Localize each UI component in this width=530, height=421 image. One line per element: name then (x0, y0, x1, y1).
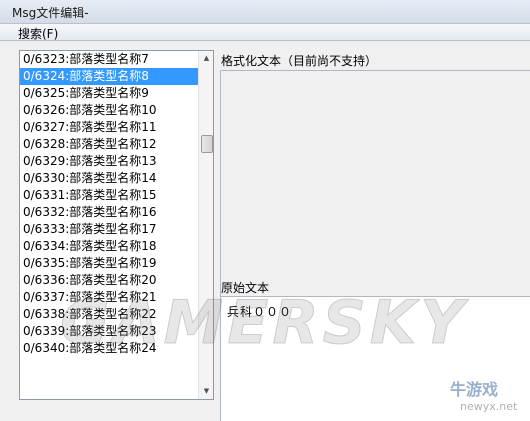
list-item[interactable]: 0/6324:部落类型名称8 (20, 68, 199, 85)
list-item[interactable]: 0/6327:部落类型名称11 (20, 119, 199, 136)
list-item[interactable]: 0/6326:部落类型名称10 (20, 102, 199, 119)
formatted-text-area[interactable] (220, 70, 530, 302)
formatted-text-label: 格式化文本（目前尚不支持） (221, 54, 378, 68)
list-item[interactable]: 0/6334:部落类型名称18 (20, 238, 199, 255)
menu-search[interactable]: 搜索(F) (18, 25, 58, 42)
message-list[interactable]: 0/6323:部落类型名称7 0/6324:部落类型名称8 0/6325:部落类型名… (19, 50, 214, 400)
scroll-thumb[interactable] (201, 135, 213, 153)
original-text-value: 兵科０００ (227, 305, 293, 319)
scroll-up-icon[interactable]: ▲ (199, 51, 213, 66)
original-text-area[interactable]: 兵科０００ (220, 296, 530, 421)
list-item[interactable]: 0/6329:部落类型名称13 (20, 153, 199, 170)
list-scrollbar[interactable]: ▲ ▼ (198, 51, 213, 399)
list-item[interactable]: 0/6333:部落类型名称17 (20, 221, 199, 238)
title-bar: Msg文件编辑- (0, 0, 530, 24)
list-item[interactable]: 0/6335:部落类型名称19 (20, 255, 199, 272)
list-item[interactable]: 0/6337:部落类型名称21 (20, 289, 199, 306)
list-item[interactable]: 0/6330:部落类型名称14 (20, 170, 199, 187)
list-item[interactable]: 0/6336:部落类型名称20 (20, 272, 199, 289)
list-item[interactable]: 0/6325:部落类型名称9 (20, 85, 199, 102)
list-item[interactable]: 0/6340:部落类型名称24 (20, 340, 199, 357)
list-item[interactable]: 0/6332:部落类型名称16 (20, 204, 199, 221)
client-area: 0/6323:部落类型名称7 0/6324:部落类型名称8 0/6325:部落类型名… (0, 42, 530, 421)
message-list-items: 0/6323:部落类型名称7 0/6324:部落类型名称8 0/6325:部落类型名… (20, 51, 199, 357)
window-title: Msg文件编辑- (12, 6, 89, 20)
list-item[interactable]: 0/6338:部落类型名称22 (20, 306, 199, 323)
scroll-down-icon[interactable]: ▼ (199, 384, 213, 399)
list-item[interactable]: 0/6331:部落类型名称15 (20, 187, 199, 204)
list-item[interactable]: 0/6339:部落类型名称23 (20, 323, 199, 340)
original-text-label: 原始文本 (221, 281, 270, 295)
menu-bar: 搜索(F) (0, 24, 530, 41)
list-item[interactable]: 0/6323:部落类型名称7 (20, 51, 199, 68)
text-pane: 格式化文本（目前尚不支持） 原始文本 兵科０００ (220, 42, 530, 421)
left-strip (0, 42, 14, 421)
list-item[interactable]: 0/6328:部落类型名称12 (20, 136, 199, 153)
